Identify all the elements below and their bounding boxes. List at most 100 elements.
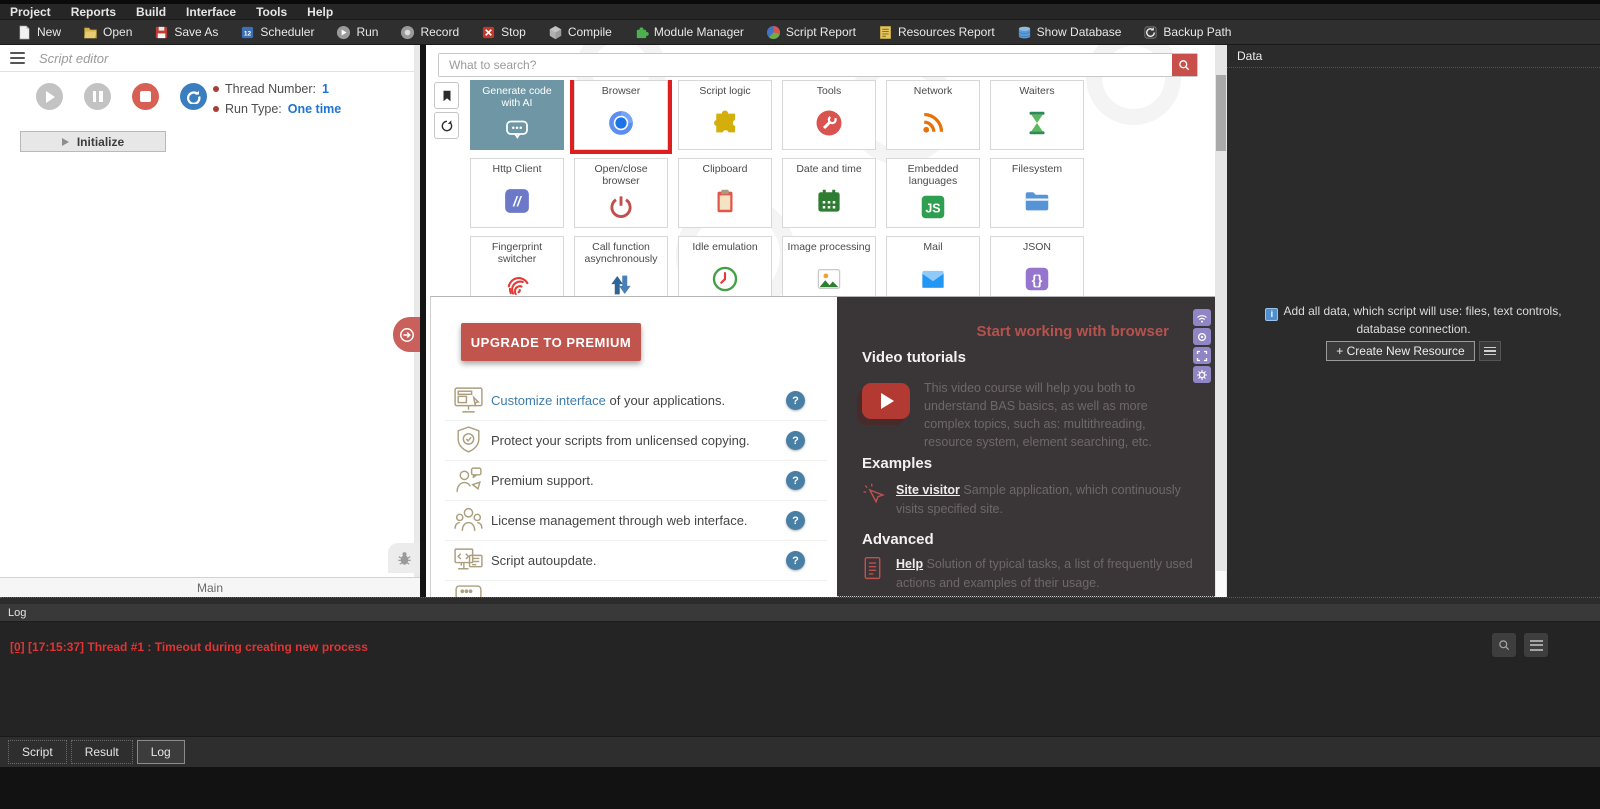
site-visitor-link[interactable]: Site visitor — [896, 483, 960, 497]
tile-script-logic[interactable]: Script logic — [678, 80, 772, 150]
help-link[interactable]: Help — [896, 557, 923, 571]
tile-fingerprint-switcher[interactable]: Fingerprint switcher — [470, 236, 564, 296]
cursor-click-icon — [859, 481, 886, 508]
record-mode-button[interactable] — [1193, 328, 1211, 345]
menu-item-build[interactable]: Build — [136, 5, 166, 19]
log-search-button[interactable] — [1492, 633, 1516, 657]
tab-log[interactable]: Log — [137, 740, 185, 764]
power-icon — [575, 187, 667, 227]
start-working-title: Start working with browser — [976, 323, 1169, 340]
toolbar-button-save-as[interactable]: Save As — [143, 20, 229, 44]
tile-generate-code-with-ai[interactable]: Generate code with AI — [470, 80, 564, 150]
tile-label: Clipboard — [679, 159, 771, 175]
toolbar-button-open[interactable]: Open — [72, 20, 143, 44]
debug-button[interactable] — [388, 543, 420, 573]
pause-button[interactable] — [84, 83, 111, 110]
log-entry: [0] [17:15:37] Thread #1 : Timeout durin… — [10, 640, 368, 654]
vertical-scrollbar[interactable] — [1215, 45, 1227, 597]
async-arrows-icon — [575, 265, 667, 296]
toolbar-button-scheduler[interactable]: 12Scheduler — [229, 20, 325, 44]
toolbar-button-record[interactable]: Record — [389, 20, 470, 44]
connection-button[interactable] — [1193, 309, 1211, 326]
stop-button[interactable] — [132, 83, 159, 110]
tile-image-processing[interactable]: Image processing — [782, 236, 876, 296]
toolbar-button-show-database[interactable]: Show Database — [1006, 20, 1133, 44]
toolbar-button-backup-path[interactable]: Backup Path — [1132, 20, 1242, 44]
collapse-panel-button[interactable] — [393, 317, 420, 352]
create-new-resource-button[interactable]: + Create New Resource — [1326, 341, 1474, 361]
toolbar-button-module-manager[interactable]: Module Manager — [623, 20, 755, 44]
ai-chat-icon — [471, 109, 563, 149]
help-icon[interactable]: ? — [786, 551, 805, 570]
log-menu-button[interactable] — [1524, 633, 1548, 657]
script-editor-header: Script editor — [0, 45, 414, 72]
video-tutorials-text: This video course will help you both to … — [924, 379, 1186, 452]
menu-item-reports[interactable]: Reports — [71, 5, 116, 19]
premium-promo: UPGRADE TO PREMIUM Customize interface o… — [431, 297, 837, 597]
browser-icon — [575, 97, 667, 149]
tile-browser[interactable]: Browser — [574, 80, 668, 150]
tile-open-close-browser[interactable]: Open/close browser — [574, 158, 668, 228]
play-triangle-icon — [62, 138, 69, 146]
search-icon — [1498, 639, 1511, 652]
tile-label: Call function asynchronously — [575, 237, 667, 265]
help-icon[interactable]: ? — [786, 471, 805, 490]
panel-title: Script editor — [39, 51, 108, 66]
tile-json[interactable]: JSON{} — [990, 236, 1084, 296]
upgrade-premium-button[interactable]: UPGRADE TO PREMIUM — [461, 323, 641, 361]
play-button[interactable] — [36, 83, 63, 110]
youtube-play-icon[interactable] — [862, 383, 910, 419]
tile-call-function-asynchronously[interactable]: Call function asynchronously — [574, 236, 668, 296]
tile-waiters[interactable]: Waiters — [990, 80, 1084, 150]
help-icon[interactable]: ? — [786, 431, 805, 450]
menu-item-help[interactable]: Help — [307, 5, 333, 19]
video-tutorials-heading: Video tutorials — [862, 349, 966, 366]
help-icon[interactable]: ? — [786, 391, 805, 410]
tile-http-client[interactable]: Http Client// — [470, 158, 564, 228]
tile-date-and-time[interactable]: Date and time — [782, 158, 876, 228]
restart-button[interactable] — [180, 83, 207, 110]
help-text: Solution of typical tasks, a list of fre… — [896, 557, 1193, 590]
toolbar-button-script-report[interactable]: Script Report — [755, 20, 867, 44]
menu-item-project[interactable]: Project — [10, 5, 51, 19]
menu-item-tools[interactable]: Tools — [256, 5, 287, 19]
module-manager-icon — [634, 25, 649, 40]
scrollbar-thumb[interactable] — [1216, 75, 1226, 151]
tab-result[interactable]: Result — [71, 740, 133, 764]
search-button[interactable] — [1172, 54, 1197, 76]
toolbar-button-run[interactable]: Run — [325, 20, 389, 44]
function-tab-main[interactable]: Main — [0, 577, 420, 597]
toolbar-button-compile[interactable]: Compile — [537, 20, 623, 44]
toolbar-button-new[interactable]: New — [6, 20, 72, 44]
toolbar: NewOpenSave As12SchedulerRunRecordStopCo… — [0, 19, 1600, 45]
fullscreen-button[interactable] — [1193, 347, 1211, 364]
tile-mail[interactable]: Mail — [886, 236, 980, 296]
tab-script[interactable]: Script — [8, 740, 67, 764]
tile-tools[interactable]: Tools — [782, 80, 876, 150]
settings-button[interactable] — [1193, 366, 1211, 383]
tile-network[interactable]: Network — [886, 80, 980, 150]
tile-label: Idle emulation — [679, 237, 771, 253]
panel-side-buttons — [1193, 309, 1211, 383]
tile-clipboard[interactable]: Clipboard — [678, 158, 772, 228]
bookmarks-button[interactable] — [434, 82, 459, 109]
bullet-icon — [213, 86, 219, 92]
history-button[interactable] — [434, 112, 459, 139]
thread-number-value[interactable]: 1 — [322, 79, 329, 99]
help-icon[interactable]: ? — [786, 511, 805, 530]
show-database-icon — [1017, 25, 1032, 40]
initialize-button[interactable]: Initialize — [20, 131, 166, 152]
toolbar-button-stop[interactable]: Stop — [470, 20, 537, 44]
menu-item-interface[interactable]: Interface — [186, 5, 236, 19]
tile-embedded-languages[interactable]: Embedded languagesJS — [886, 158, 980, 228]
search-input[interactable] — [439, 54, 1172, 76]
tile-idle-emulation[interactable]: Idle emulation — [678, 236, 772, 296]
menu-icon[interactable] — [10, 52, 25, 64]
log-entry-index[interactable]: [0] — [10, 640, 25, 654]
resource-menu-button[interactable] — [1479, 341, 1501, 361]
record-dot-icon — [1196, 331, 1208, 343]
panel-resize-handle[interactable] — [0, 597, 1600, 604]
toolbar-button-resources-report[interactable]: Resources Report — [867, 20, 1006, 44]
tile-filesystem[interactable]: Filesystem — [990, 158, 1084, 228]
run-type-value[interactable]: One time — [288, 99, 342, 119]
